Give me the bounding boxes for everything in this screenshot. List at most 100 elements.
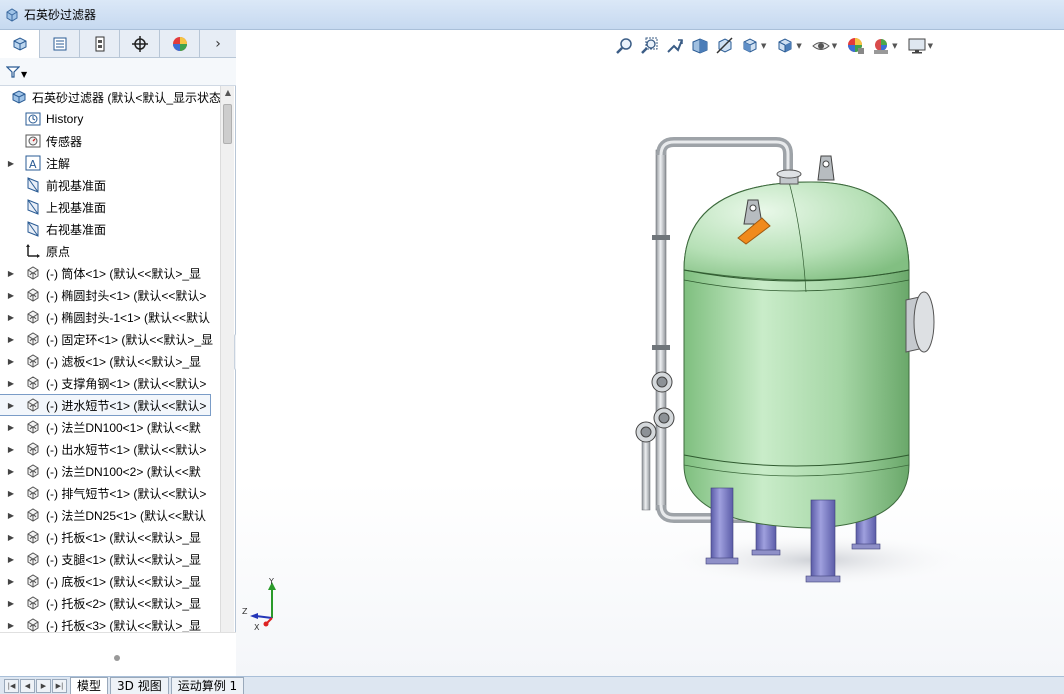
expand-arrow-icon[interactable]: ▶ (6, 159, 16, 168)
scroll-thumb[interactable] (223, 104, 232, 144)
expand-arrow-icon[interactable]: ▶ (6, 423, 16, 432)
tree-item[interactable]: ▶ (-) 排气短节<1> (默认<<默认> (0, 482, 220, 504)
tree-item-content[interactable]: 原点 (0, 241, 74, 261)
tree-item[interactable]: ▶ (-) 法兰DN25<1> (默认<<默认 (0, 504, 220, 526)
tree-item[interactable]: ▶ (-) 托板<2> (默认<<默认>_显 (0, 592, 220, 614)
tab-3d-view[interactable]: 3D 视图 (110, 677, 169, 694)
zoom-to-area-icon[interactable] (639, 35, 661, 57)
tree-item[interactable]: ▶ (-) 筒体<1> (默认<<默认>_显 (0, 262, 220, 284)
expand-arrow-icon[interactable]: ▶ (6, 379, 16, 388)
first-tab-icon[interactable]: |◀ (4, 678, 19, 693)
more-tabs-chevron-icon[interactable]: › (200, 30, 236, 58)
scroll-up-arrow-icon[interactable]: ▲ (221, 86, 235, 100)
tree-item-content[interactable]: ▶ (-) 支腿<1> (默认<<默认>_显 (0, 549, 205, 569)
tree-item[interactable]: ▶ (-) 法兰DN100<1> (默认<<默 (0, 416, 220, 438)
splitter-grip[interactable] (114, 655, 120, 661)
tree-item[interactable]: ▶ A 注解 (0, 152, 220, 174)
dynamic-annotation-icon[interactable] (714, 35, 736, 57)
tree-item-content[interactable]: ▶ (-) 椭圆封头-1<1> (默认<<默认 (0, 307, 214, 327)
expand-arrow-icon[interactable]: ▶ (6, 533, 16, 542)
tree-item[interactable]: ▶ (-) 托板<1> (默认<<默认>_显 (0, 526, 220, 548)
expand-arrow-icon[interactable]: ▶ (6, 599, 16, 608)
view-settings-icon[interactable] (906, 35, 928, 57)
expand-arrow-icon[interactable]: ▶ (6, 335, 16, 344)
tree-item[interactable]: History (0, 108, 220, 130)
tree-item-content[interactable]: ▶ (-) 排气短节<1> (默认<<默认> (0, 483, 210, 503)
tree-item-content[interactable]: 上视基准面 (0, 197, 110, 217)
view-orientation-caret-icon[interactable]: ▼ (761, 42, 766, 50)
tree-item-content[interactable]: ▶ (-) 出水短节<1> (默认<<默认> (0, 439, 210, 459)
featuremanager-tab[interactable] (0, 30, 40, 58)
expand-arrow-icon[interactable]: ▶ (6, 401, 16, 410)
tree-item[interactable]: ▶ (-) 支撑角钢<1> (默认<<默认> (0, 372, 220, 394)
tree-item-content[interactable]: ▶ (-) 支撑角钢<1> (默认<<默认> (0, 373, 210, 393)
tree-item-content[interactable]: ▶ (-) 托板<1> (默认<<默认>_显 (0, 527, 205, 547)
expand-arrow-icon[interactable]: ▶ (6, 577, 16, 586)
view-settings-caret-icon[interactable]: ▼ (928, 42, 933, 50)
tree-item[interactable]: ▶ (-) 进水短节<1> (默认<<默认> (0, 394, 220, 416)
tree-item[interactable]: 传感器 (0, 130, 220, 152)
tree-scrollbar[interactable]: ▲ ▼ (220, 86, 234, 662)
tree-root-assembly[interactable]: 石英砂过滤器 (默认<默认_显示状态 (0, 86, 220, 108)
tree-item-content[interactable]: History (0, 109, 87, 129)
expand-arrow-icon[interactable]: ▶ (6, 445, 16, 454)
tree-item-content[interactable]: ▶ (-) 底板<1> (默认<<默认>_显 (0, 571, 205, 591)
graphics-area[interactable]: ▼ ▼ ▼ ▼ ▼ Y Z X (236, 30, 1064, 676)
last-tab-icon[interactable]: ▶| (52, 678, 67, 693)
section-view-icon[interactable] (689, 35, 711, 57)
tab-motion-study[interactable]: 运动算例 1 (170, 677, 245, 694)
tree-item[interactable]: ▶ (-) 支腿<1> (默认<<默认>_显 (0, 548, 220, 570)
configurationmanager-tab[interactable] (80, 30, 120, 58)
tree-item-content[interactable]: 右视基准面 (0, 219, 110, 239)
expand-arrow-icon[interactable]: ▶ (6, 621, 16, 630)
display-style-caret-icon[interactable]: ▼ (796, 42, 801, 50)
tree-item-content[interactable]: ▶ (-) 法兰DN25<1> (默认<<默认 (0, 505, 210, 525)
tree-item-content[interactable]: ▶ (-) 筒体<1> (默认<<默认>_显 (0, 263, 205, 283)
tree-item[interactable]: ▶ (-) 固定环<1> (默认<<默认>_显 (0, 328, 220, 350)
tab-model[interactable]: 模型 (70, 677, 109, 694)
tree-item-content[interactable]: 石英砂过滤器 (默认<默认_显示状态 (0, 87, 220, 107)
expand-arrow-icon[interactable]: ▶ (6, 489, 16, 498)
expand-arrow-icon[interactable]: ▶ (6, 511, 16, 520)
display-style-icon[interactable] (774, 35, 796, 57)
expand-arrow-icon[interactable]: ▶ (6, 467, 16, 476)
tree-item-content[interactable]: ▶ (-) 托板<2> (默认<<默认>_显 (0, 593, 205, 613)
tree-item-content[interactable]: ▶ A 注解 (0, 153, 74, 173)
expand-arrow-icon[interactable]: ▶ (6, 313, 16, 322)
zoom-to-fit-icon[interactable] (614, 35, 636, 57)
tree-filter[interactable]: ▼ (0, 58, 236, 86)
expand-arrow-icon[interactable]: ▶ (6, 555, 16, 564)
dimxpert-tab[interactable] (120, 30, 160, 58)
expand-arrow-icon[interactable]: ▶ (6, 357, 16, 366)
tree-item-content[interactable]: 前视基准面 (0, 175, 110, 195)
expand-arrow-icon[interactable]: ▶ (6, 269, 16, 278)
view-orientation-icon[interactable] (739, 35, 761, 57)
tree-item[interactable]: ▶ (-) 法兰DN100<2> (默认<<默 (0, 460, 220, 482)
tree-item[interactable]: ▶ (-) 出水短节<1> (默认<<默认> (0, 438, 220, 460)
tree-item-content[interactable]: 传感器 (0, 131, 86, 151)
tree-item[interactable]: ▶ (-) 椭圆封头-1<1> (默认<<默认 (0, 306, 220, 328)
tree-item[interactable]: ▶ (-) 底板<1> (默认<<默认>_显 (0, 570, 220, 592)
tree-item-content[interactable]: ▶ (-) 法兰DN100<2> (默认<<默 (0, 461, 205, 481)
apply-scene-icon[interactable] (870, 35, 892, 57)
tree-item[interactable]: 右视基准面 (0, 218, 220, 240)
tree-item[interactable]: ▶ (-) 椭圆封头<1> (默认<<默认> (0, 284, 220, 306)
tree-item-content[interactable]: ▶ (-) 进水短节<1> (默认<<默认> (0, 394, 212, 416)
tree-item[interactable]: 上视基准面 (0, 196, 220, 218)
prev-tab-icon[interactable]: ◀ (20, 678, 35, 693)
quartz-sand-filter-model[interactable] (606, 120, 966, 590)
tree-item[interactable]: 前视基准面 (0, 174, 220, 196)
hide-show-caret-icon[interactable]: ▼ (832, 42, 837, 50)
previous-view-icon[interactable] (664, 35, 686, 57)
next-tab-icon[interactable]: ▶ (36, 678, 51, 693)
tree-item-content[interactable]: ▶ (-) 椭圆封头<1> (默认<<默认> (0, 285, 210, 305)
displaymanager-tab[interactable] (160, 30, 200, 58)
hide-show-icon[interactable] (810, 35, 832, 57)
tree-item-content[interactable]: ▶ (-) 固定环<1> (默认<<默认>_显 (0, 329, 217, 349)
tree-item-content[interactable]: ▶ (-) 法兰DN100<1> (默认<<默 (0, 417, 205, 437)
expand-arrow-icon[interactable]: ▶ (6, 291, 16, 300)
tree-item[interactable]: 原点 (0, 240, 220, 262)
propertymanager-tab[interactable] (40, 30, 80, 58)
tree-item[interactable]: ▶ (-) 滤板<1> (默认<<默认>_显 (0, 350, 220, 372)
apply-scene-caret-icon[interactable]: ▼ (892, 42, 897, 50)
